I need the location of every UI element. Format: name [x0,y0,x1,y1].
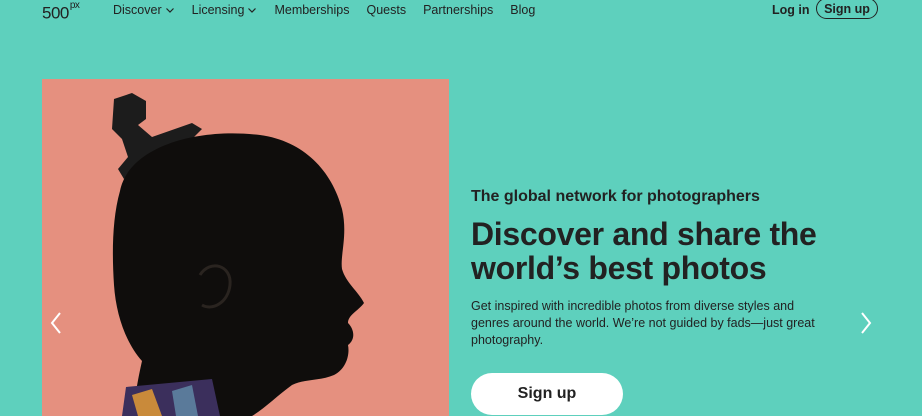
hero-photo [42,79,449,416]
logo-main: 500 [42,3,69,23]
hero-headline-line1: Discover and share the [471,216,817,252]
nav-item-label: Discover [113,3,162,17]
logo-500px[interactable]: 500px [42,0,80,23]
top-nav: 500px Discover Licensing Memberships Que… [0,0,922,22]
portrait-silhouette-image [112,93,364,416]
nav-item-label: Licensing [191,3,245,17]
nav-signup-button[interactable]: Sign up [816,0,878,19]
nav-item-partnerships[interactable]: Partnerships [423,3,493,17]
hero-headline-line2: world’s best photos [471,250,767,286]
hero-signup-button[interactable]: Sign up [471,373,623,415]
chevron-down-icon [248,8,257,13]
nav-item-blog[interactable]: Blog [510,3,535,17]
nav-item-licensing[interactable]: Licensing [192,3,258,17]
login-link[interactable]: Log in [772,3,810,17]
nav-item-discover[interactable]: Discover [113,3,175,17]
hero-headline: Discover and share the world’s best phot… [471,217,871,285]
nav-item-label: Blog [510,3,536,17]
hero-tagline: The global network for photographers [471,188,760,205]
hero-description: Get inspired with incredible photos from… [471,299,815,347]
nav-item-quests[interactable]: Quests [366,3,406,17]
nav-item-label: Quests [366,3,407,17]
chevron-down-icon [165,8,174,13]
nav-item-memberships[interactable]: Memberships [274,3,349,17]
nav-links: Discover Licensing Memberships Quests Pa… [113,3,552,17]
logo-sup: px [69,0,80,11]
nav-item-label: Partnerships [423,3,494,17]
hero-text: The global network for photographers Dis… [471,187,871,349]
carousel-prev-button[interactable] [49,311,63,335]
chevron-left-icon [50,312,61,334]
nav-item-label: Memberships [274,3,350,17]
